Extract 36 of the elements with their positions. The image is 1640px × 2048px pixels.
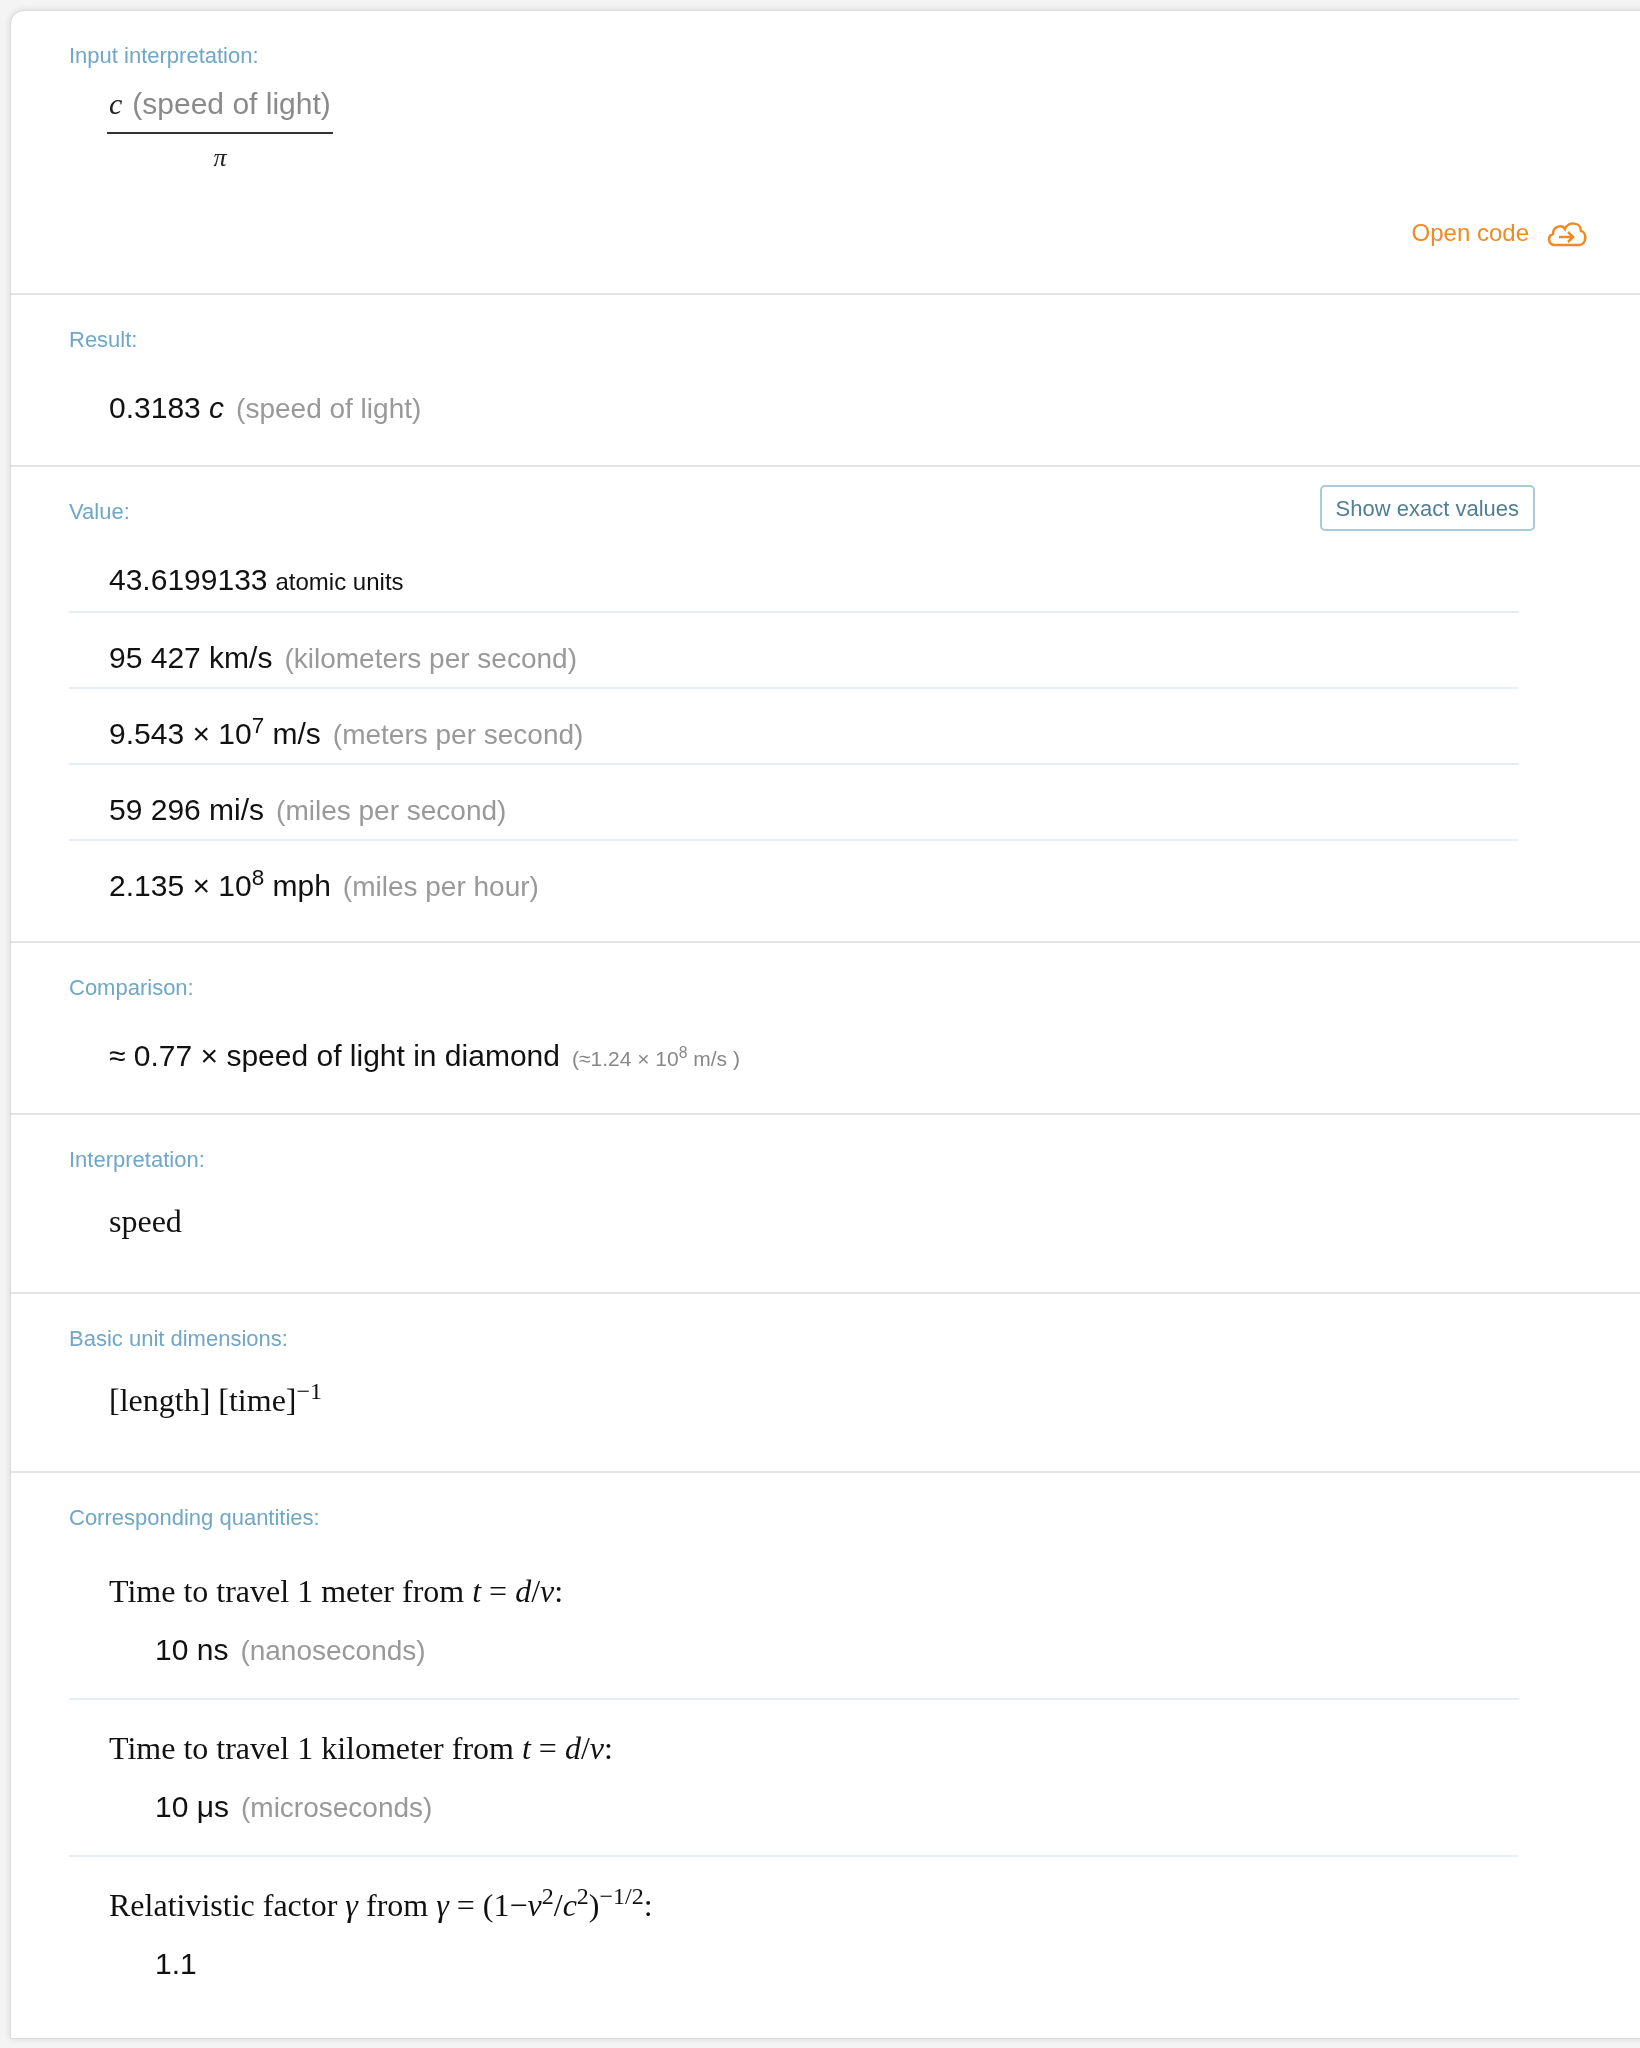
unit-note: (miles per hour) bbox=[342, 870, 539, 904]
value-text: 43.6199133 bbox=[109, 562, 268, 598]
value-text: 10 μs bbox=[155, 1789, 229, 1825]
pod-title: Input interpretation: bbox=[69, 42, 259, 70]
value-text: 95 427 km/s bbox=[109, 640, 273, 676]
pod-title: Basic unit dimensions: bbox=[69, 1325, 288, 1353]
result-text: speed bbox=[109, 1202, 183, 1241]
pod-title: Interpretation: bbox=[69, 1146, 205, 1174]
value-text: ≈ 0.77 × speed of light in diamond bbox=[109, 1038, 560, 1074]
unit-note: (microseconds) bbox=[241, 1791, 433, 1825]
unit-note: (kilometers per second) bbox=[284, 642, 577, 676]
value-text: 2.135 × 10$^{8}$ mph bbox=[109, 863, 331, 904]
numerator: c bbox=[109, 86, 123, 122]
denominator: π bbox=[213, 142, 227, 174]
value-text: 0.3183 c bbox=[109, 390, 225, 426]
unit-note: (meters per second) bbox=[332, 718, 584, 752]
pod-title: Result: bbox=[69, 326, 138, 354]
value-note: (≈1.24 × 10$^{8}$ m/s ) bbox=[571, 1043, 740, 1072]
unit-note: (speed of light) bbox=[236, 392, 422, 426]
value-text: 59 296 mi/s bbox=[109, 792, 265, 828]
unit-text: atomic units bbox=[275, 567, 404, 597]
value-text: 1.1 bbox=[155, 1946, 197, 1982]
quantity-label: Time to travel 1 meter from t = d/v: bbox=[109, 1572, 565, 1611]
result-text: [length] [time]$^{−1}$ bbox=[109, 1377, 324, 1420]
value-text: 10 ns bbox=[155, 1632, 229, 1668]
quantity-label: Time to travel 1 kilometer from t = d/v: bbox=[109, 1729, 614, 1768]
open-code-link[interactable]: Open code bbox=[1411, 215, 1589, 251]
unit-note: (nanoseconds) bbox=[240, 1634, 426, 1668]
unit-note: (miles per second) bbox=[276, 794, 507, 828]
pod-title: Corresponding quantities: bbox=[69, 1504, 320, 1532]
value-text: 9.543 × 10$^{7}$ m/s bbox=[109, 711, 321, 752]
numerator-note: (speed of light) bbox=[132, 86, 331, 122]
show-exact-values-button[interactable]: Show exact values bbox=[1319, 485, 1535, 531]
quantity-label: Relativistic factor γ from γ = (1−v$^{2}$/c$^{2}$)$^{−1/2}$: bbox=[109, 1882, 654, 1925]
pod-title: Value: bbox=[69, 498, 130, 526]
pod-title: Comparison: bbox=[69, 974, 194, 1002]
